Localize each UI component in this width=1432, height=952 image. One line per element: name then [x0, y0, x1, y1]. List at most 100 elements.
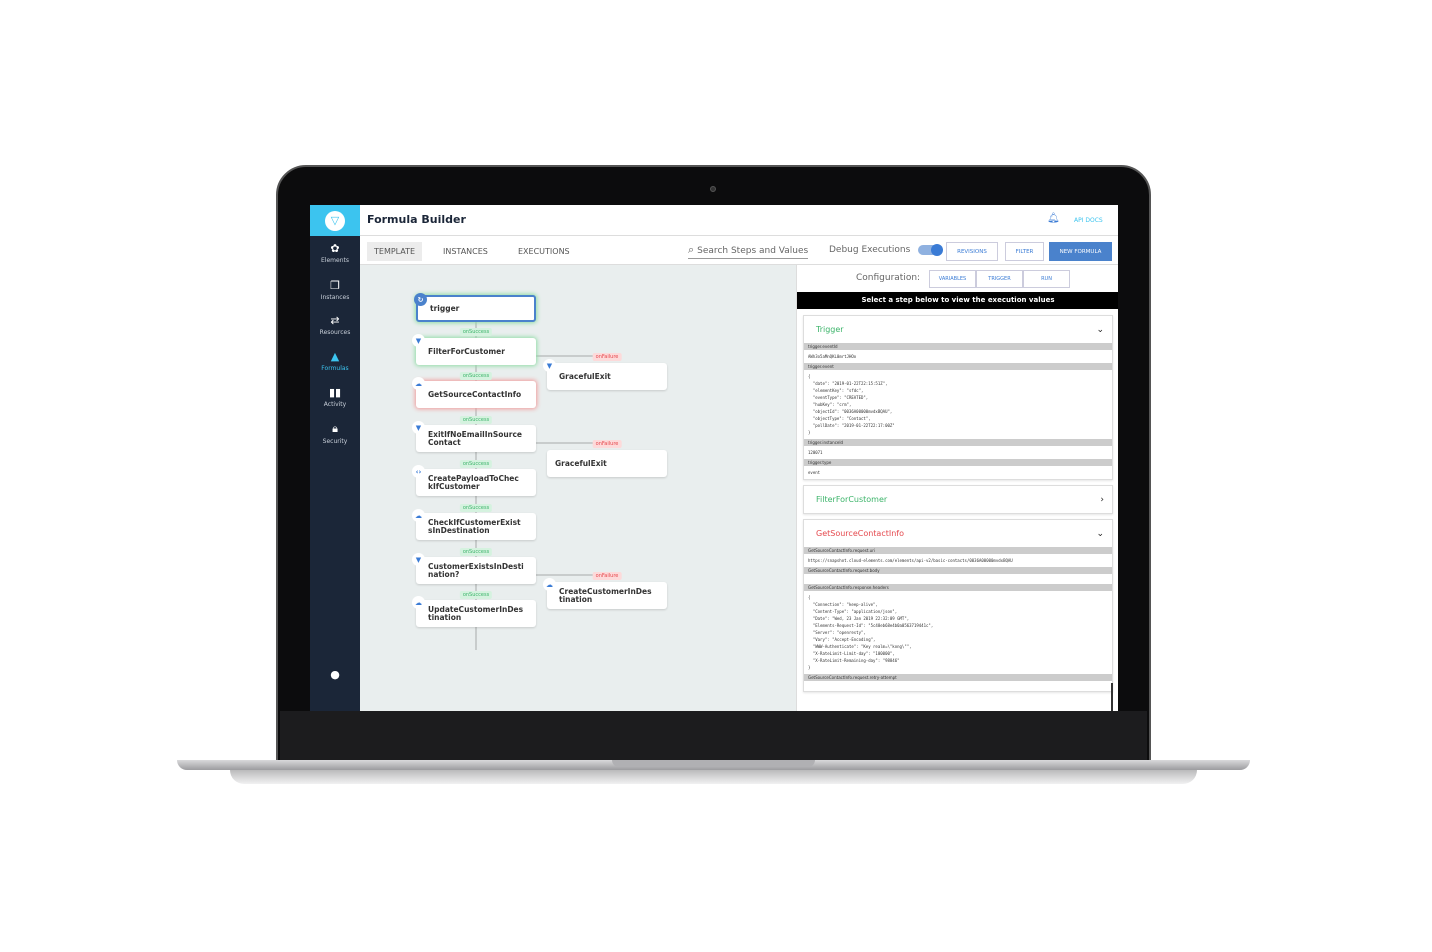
- sidebar-item-elements[interactable]: ✿ Elements: [310, 242, 360, 264]
- tab-template[interactable]: TEMPLATE: [367, 242, 423, 261]
- chevron-down-icon: ⌄: [1096, 528, 1104, 539]
- sidebar: ▽ ✿ Elements ❐ Instances ⇄ Resources ▲ Formu…: [310, 205, 360, 711]
- step-label: ExitIfNoEmailInSource Contact: [428, 429, 522, 447]
- trigger-button[interactable]: TRIGGER: [976, 270, 1023, 288]
- step-create-customer[interactable]: ☁ CreateCustomerInDes tination: [543, 578, 667, 609]
- tab-instances[interactable]: INSTANCES: [436, 242, 495, 261]
- card-trigger: Trigger ⌄ trigger.eventId AWh3o5aMnQKL0mr…: [803, 315, 1113, 480]
- step-label: trigger: [430, 303, 460, 313]
- sidebar-item-label: Instances: [320, 294, 350, 301]
- sidebar-item-label: Security: [322, 438, 348, 445]
- field-key: GetSourceContactInfo.request.retry-attem…: [804, 674, 1112, 681]
- step-update-customer[interactable]: ☁ UpdateCustomerInDes tination: [412, 596, 536, 627]
- filter-icon: ▼: [412, 553, 425, 566]
- card-header[interactable]: Trigger ⌄: [804, 316, 1112, 343]
- sidebar-item-label: Activity: [323, 401, 347, 408]
- variables-button[interactable]: VARIABLES: [929, 270, 976, 288]
- resources-icon: ⇄: [330, 314, 340, 327]
- revisions-button[interactable]: REVISIONS: [946, 242, 998, 261]
- card-get-source-contact-info: GetSourceContactInfo ⌄ GetSourceContactIn…: [803, 519, 1113, 692]
- sidebar-item-instances[interactable]: ❐ Instances: [310, 279, 360, 301]
- card-header[interactable]: FilterForCustomer ›: [804, 486, 1112, 513]
- search-icon: ⌕: [688, 243, 695, 256]
- step-customer-exists[interactable]: ▼ CustomerExistsInDesti nation?: [412, 553, 536, 584]
- formulas-icon: ▲: [330, 350, 340, 363]
- field-key: trigger.event: [804, 363, 1112, 370]
- step-label: GracefulExit: [559, 371, 611, 381]
- bell-icon[interactable]: 🔔︎: [1047, 213, 1060, 224]
- laptop-notch: [612, 760, 815, 767]
- user-icon: ●: [330, 668, 340, 681]
- activity-icon: ▮▮: [328, 386, 342, 399]
- step-label: CreatePayloadToChec kIfCustomer: [428, 473, 519, 491]
- step-label: UpdateCustomerInDes tination: [428, 604, 524, 622]
- card-header[interactable]: GetSourceContactInfo ⌄: [804, 520, 1112, 547]
- field-key: trigger.eventId: [804, 343, 1112, 350]
- on-success-label: onSuccess: [459, 504, 493, 512]
- cloud-icon: ☁: [412, 509, 425, 522]
- on-failure-label: onFailure: [592, 440, 622, 448]
- sidebar-item-label: Elements: [321, 257, 349, 264]
- camera: [710, 186, 716, 192]
- sidebar-item-formulas[interactable]: ▲ Formulas: [310, 350, 360, 372]
- user-menu[interactable]: ●: [310, 668, 360, 683]
- on-success-label: onSuccess: [459, 460, 493, 468]
- field-key: GetSourceContactInfo.request.body: [804, 567, 1112, 574]
- step-graceful-exit[interactable]: GracefulExit: [547, 450, 667, 477]
- cloud-icon: ☁: [412, 596, 425, 609]
- card-title: FilterForCustomer: [816, 495, 888, 504]
- field-value: event: [808, 470, 821, 475]
- laptop-chin: [280, 711, 1147, 761]
- on-failure-label: onFailure: [592, 572, 622, 580]
- search-input[interactable]: ⌕ Search Steps and Values: [688, 243, 809, 259]
- debug-toggle[interactable]: [918, 244, 943, 256]
- step-label: CreateCustomerInDes tination: [559, 586, 652, 604]
- step-exit-if-no-email[interactable]: ▼ ExitIfNoEmailInSource Contact: [412, 421, 536, 452]
- on-success-label: onSuccess: [459, 328, 493, 336]
- step-label: FilterForCustomer: [428, 346, 505, 356]
- sidebar-item-security[interactable]: 🔒︎ Security: [310, 422, 360, 445]
- card-title: Trigger: [816, 325, 844, 334]
- new-formula-button[interactable]: NEW FORMULA: [1049, 242, 1112, 261]
- step-trigger[interactable]: ↻ trigger: [414, 293, 536, 322]
- step-create-payload[interactable]: ‹› CreatePayloadToChec kIfCustomer: [412, 465, 536, 496]
- instances-icon: ❐: [330, 279, 340, 292]
- filter-button[interactable]: FILTER: [1005, 242, 1044, 261]
- laptop-base-shadow: [230, 770, 1197, 784]
- step-get-source-contact-info[interactable]: ☁ GetSourceContactInfo: [412, 377, 536, 408]
- scrollbar[interactable]: [1111, 683, 1113, 711]
- tab-executions[interactable]: EXECUTIONS: [511, 242, 577, 261]
- field-key: GetSourceContactInfo.request.uri: [804, 547, 1112, 554]
- execution-banner: Select a step below to view the executio…: [797, 292, 1118, 309]
- elements-icon: ✿: [330, 242, 340, 255]
- filter-icon: ▼: [412, 421, 425, 434]
- field-key: trigger.instanceId: [804, 439, 1112, 446]
- card-title: GetSourceContactInfo: [816, 529, 904, 538]
- trigger-icon: ↻: [414, 293, 427, 306]
- card-filter-for-customer: FilterForCustomer ›: [803, 485, 1113, 514]
- lock-icon: 🔒︎: [332, 422, 338, 435]
- on-success-label: onSuccess: [459, 416, 493, 424]
- sidebar-item-label: Formulas: [321, 365, 349, 372]
- execution-panel: Configuration: VARIABLES TRIGGER RUN Sel…: [796, 265, 1118, 711]
- step-graceful-exit[interactable]: ▼ GracefulExit: [543, 359, 667, 390]
- run-button[interactable]: RUN: [1023, 270, 1070, 288]
- step-label: CheckIfCustomerExist sInDestination: [428, 517, 521, 535]
- step-check-if-customer-exists[interactable]: ☁ CheckIfCustomerExist sInDestination: [412, 509, 536, 540]
- cloud-icon: ☁: [543, 578, 556, 591]
- step-label: GracefulExit: [555, 458, 607, 468]
- on-success-label: onSuccess: [459, 372, 493, 380]
- step-cards: Trigger ⌄ trigger.eventId AWh3o5aMnQKL0mr…: [803, 315, 1113, 697]
- sidebar-item-activity[interactable]: ▮▮ Activity: [310, 386, 360, 408]
- step-filter-for-customer[interactable]: ▼ FilterForCustomer: [412, 334, 536, 365]
- header: Formula Builder 🔔︎ API DOCS: [360, 205, 1118, 236]
- field-value: { "date": "2019-01-22T22:15:51Z", "eleme…: [808, 374, 895, 435]
- sidebar-item-resources[interactable]: ⇄ Resources: [310, 314, 360, 336]
- sidebar-item-label: Resources: [319, 329, 351, 336]
- logo[interactable]: ▽: [310, 205, 360, 236]
- on-failure-label: onFailure: [592, 353, 622, 361]
- formula-canvas[interactable]: ↻ trigger ▼ FilterForCustomer ☁ GetSourceCo…: [360, 265, 796, 711]
- logo-icon: ▽: [325, 210, 345, 231]
- api-docs-link[interactable]: API DOCS: [1074, 217, 1103, 224]
- filter-icon: ▼: [412, 334, 425, 347]
